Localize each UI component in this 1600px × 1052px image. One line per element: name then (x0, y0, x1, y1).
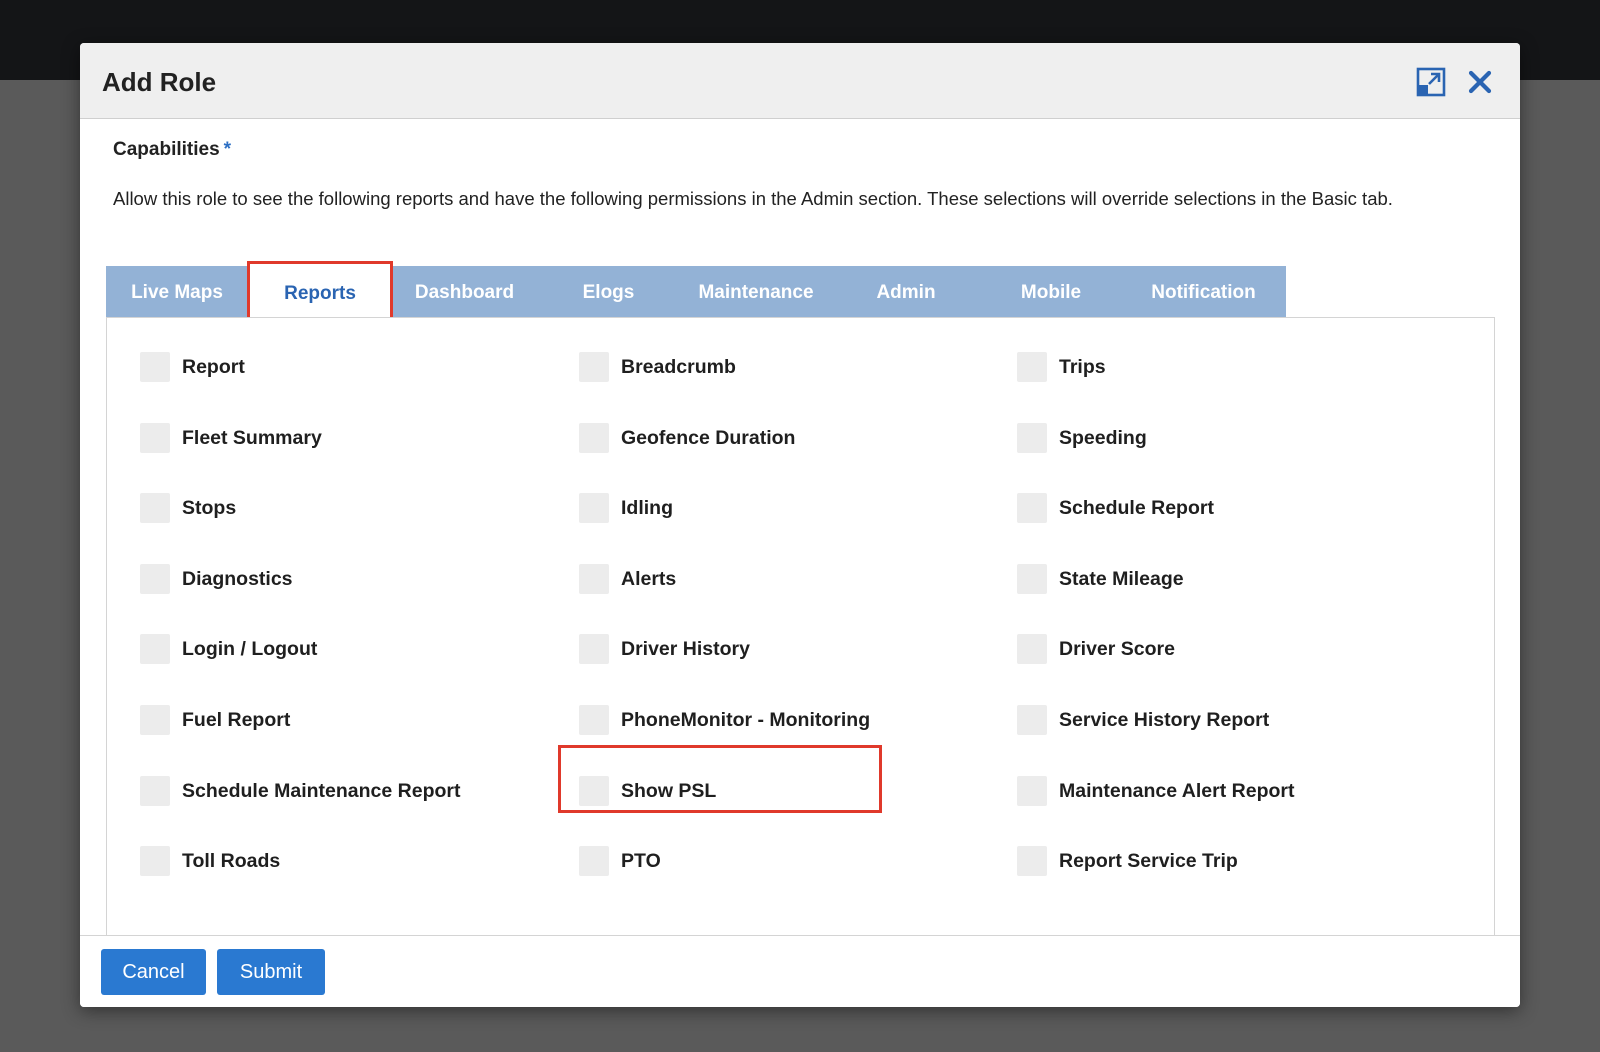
option-label: Alerts (621, 567, 677, 590)
option-login-logout[interactable]: Login / Logout (140, 633, 317, 665)
capabilities-label-text: Capabilities (113, 139, 220, 160)
tab-elogs[interactable]: Elogs (536, 266, 681, 317)
checkbox[interactable] (1017, 846, 1047, 876)
checkbox[interactable] (1017, 352, 1047, 382)
option-fuel-report[interactable]: Fuel Report (140, 704, 290, 736)
option-label: Login / Logout (182, 637, 318, 660)
checkbox[interactable] (579, 493, 609, 523)
option-label: Breadcrumb (621, 355, 736, 378)
tab-admin[interactable]: Admin (831, 266, 981, 317)
checkbox[interactable] (140, 634, 170, 664)
checkbox[interactable] (140, 564, 170, 594)
option-label: Stops (182, 496, 237, 519)
checkbox[interactable] (1017, 423, 1047, 453)
option-report-service-trip[interactable]: Report Service Trip (1017, 845, 1238, 877)
option-state-mileage[interactable]: State Mileage (1017, 563, 1184, 595)
option-label: Speeding (1059, 426, 1147, 449)
checkbox[interactable] (140, 493, 170, 523)
option-driver-score[interactable]: Driver Score (1017, 633, 1175, 665)
option-label: Geofence Duration (621, 426, 796, 449)
checkbox[interactable] (1017, 564, 1047, 594)
checkbox[interactable] (579, 634, 609, 664)
option-alerts[interactable]: Alerts (579, 563, 676, 595)
capability-tabs: Live Maps Reports Dashboard Elogs Mainte… (106, 261, 1286, 322)
checkbox[interactable] (579, 564, 609, 594)
checkbox[interactable] (140, 705, 170, 735)
option-breadcrumb[interactable]: Breadcrumb (579, 351, 736, 383)
option-toll-roads[interactable]: Toll Roads (140, 845, 280, 877)
option-fleet-summary[interactable]: Fleet Summary (140, 422, 322, 454)
option-schedule-maintenance-report[interactable]: Schedule Maintenance Report (140, 775, 460, 807)
option-label: Toll Roads (182, 849, 281, 872)
option-label: Diagnostics (182, 567, 293, 590)
option-label: Trips (1059, 355, 1106, 378)
cancel-button[interactable]: Cancel (101, 949, 206, 995)
checkbox[interactable] (140, 846, 170, 876)
option-geofence-duration[interactable]: Geofence Duration (579, 422, 795, 454)
option-service-history-report[interactable]: Service History Report (1017, 704, 1269, 736)
option-phonemonitor-monitoring[interactable]: PhoneMonitor - Monitoring (579, 704, 870, 736)
close-icon[interactable] (1465, 67, 1495, 97)
expand-icon[interactable] (1416, 67, 1446, 97)
tab-dashboard[interactable]: Dashboard (393, 266, 536, 317)
option-diagnostics[interactable]: Diagnostics (140, 563, 293, 595)
add-role-modal: Add Role Capabilities * Allow this role t… (80, 43, 1520, 1007)
tab-maintenance[interactable]: Maintenance (681, 266, 831, 317)
option-label: Driver Score (1059, 637, 1175, 660)
option-trips[interactable]: Trips (1017, 351, 1106, 383)
checkbox[interactable] (140, 423, 170, 453)
option-label: Service History Report (1059, 708, 1270, 731)
required-marker: * (223, 139, 232, 160)
option-label: Fuel Report (182, 708, 291, 731)
checkbox[interactable] (1017, 705, 1047, 735)
tab-mobile[interactable]: Mobile (981, 266, 1121, 317)
option-speeding[interactable]: Speeding (1017, 422, 1147, 454)
tab-reports[interactable]: Reports (247, 261, 393, 322)
option-label: Report (182, 355, 245, 378)
option-stops[interactable]: Stops (140, 492, 236, 524)
option-label: Fleet Summary (182, 426, 322, 449)
modal-footer: Cancel Submit (80, 935, 1520, 1007)
checkbox[interactable] (579, 705, 609, 735)
checkbox[interactable] (140, 352, 170, 382)
option-maintenance-alert-report[interactable]: Maintenance Alert Report (1017, 775, 1295, 807)
option-label: PTO (621, 849, 661, 872)
option-label: PhoneMonitor - Monitoring (621, 708, 871, 731)
option-label: Schedule Maintenance Report (182, 779, 461, 802)
tab-live-maps[interactable]: Live Maps (106, 266, 248, 317)
option-label: Maintenance Alert Report (1059, 779, 1295, 802)
option-schedule-report[interactable]: Schedule Report (1017, 492, 1214, 524)
capabilities-description: Allow this role to see the following rep… (113, 188, 1393, 209)
checkbox[interactable] (1017, 776, 1047, 806)
checkbox[interactable] (1017, 493, 1047, 523)
option-report[interactable]: Report (140, 351, 245, 383)
option-driver-history[interactable]: Driver History (579, 633, 750, 665)
highlight-phonemonitor (558, 745, 882, 813)
checkbox[interactable] (579, 846, 609, 876)
option-label: Report Service Trip (1059, 849, 1238, 872)
checkbox[interactable] (140, 776, 170, 806)
modal-title: Add Role (102, 67, 217, 97)
modal-header: Add Role (80, 43, 1520, 119)
checkbox[interactable] (579, 423, 609, 453)
checkbox[interactable] (579, 352, 609, 382)
capabilities-label: Capabilities * (113, 139, 231, 161)
option-pto[interactable]: PTO (579, 845, 661, 877)
checkbox[interactable] (1017, 634, 1047, 664)
tab-notification[interactable]: Notification (1121, 266, 1286, 317)
option-label: State Mileage (1059, 567, 1184, 590)
option-label: Driver History (621, 637, 750, 660)
option-label: Idling (621, 496, 673, 519)
option-label: Schedule Report (1059, 496, 1214, 519)
option-idling[interactable]: Idling (579, 492, 673, 524)
submit-button[interactable]: Submit (217, 949, 325, 995)
